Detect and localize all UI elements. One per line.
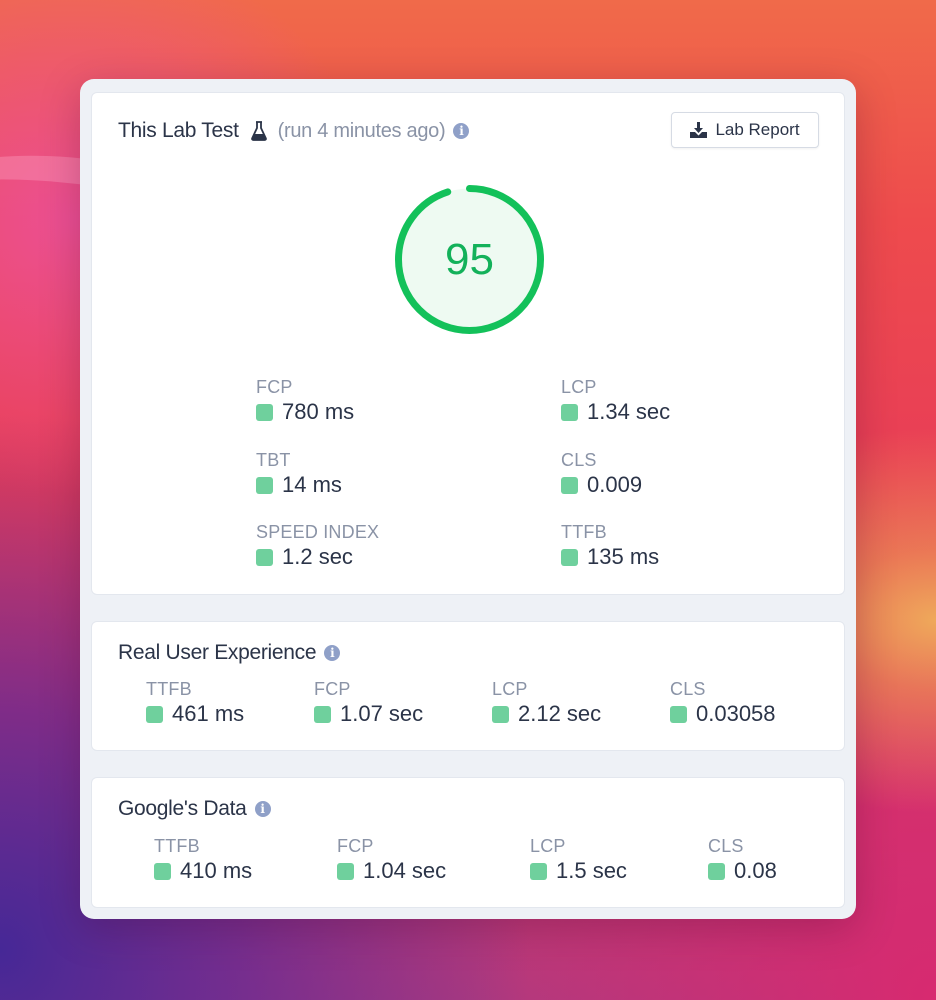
metric-value: 1.04 sec <box>363 858 447 883</box>
good-indicator <box>256 476 273 494</box>
metric-label: LCP <box>492 679 528 699</box>
metric-value: 14 ms <box>282 472 342 497</box>
good-indicator <box>256 548 273 566</box>
real-user-title: Real User Experience <box>118 641 317 664</box>
google-metric-cls: CLS 0.08 <box>708 835 777 885</box>
metric-label: CLS <box>708 836 744 856</box>
lab-metric-ttfb: TTFB 135 ms <box>561 521 659 571</box>
metric-value: 461 ms <box>172 701 245 726</box>
info-icon[interactable]: i <box>254 801 271 817</box>
google-data-card: Google's Data i TTFB 410 ms FCP 1.04 sec… <box>91 777 845 908</box>
metric-label: FCP <box>337 836 374 856</box>
metric-label: LCP <box>530 836 566 856</box>
metric-label: TTFB <box>146 679 192 699</box>
good-indicator <box>256 403 273 421</box>
google-data-title: Google's Data <box>118 797 247 820</box>
metric-value: 780 ms <box>282 399 355 424</box>
metric-label: CLS <box>561 450 597 470</box>
metric-value: 0.009 <box>587 472 643 497</box>
flask-icon <box>250 121 267 141</box>
good-indicator <box>146 705 163 723</box>
lab-report-label: Lab Report <box>715 120 800 139</box>
google-data-header: Google's Data i <box>118 797 271 821</box>
metric-label: TBT <box>256 450 291 470</box>
good-indicator <box>670 705 687 723</box>
good-indicator <box>561 403 578 421</box>
rue-metric-cls: CLS 0.03058 <box>670 678 776 728</box>
lab-metric-lcp: LCP 1.34 sec <box>561 376 670 426</box>
metric-label: LCP <box>561 377 597 397</box>
good-indicator <box>530 862 547 880</box>
metric-label: SPEED INDEX <box>256 522 380 542</box>
metric-value: 0.08 <box>734 858 777 883</box>
lab-metric-fcp: FCP 780 ms <box>256 376 354 426</box>
lab-metric-speed-index: SPEED INDEX 1.2 sec <box>256 521 379 571</box>
good-indicator <box>708 862 725 880</box>
metric-value: 0.03058 <box>696 701 776 726</box>
metric-label: CLS <box>670 679 706 699</box>
performance-score: 95 <box>445 234 494 284</box>
metric-value: 135 ms <box>587 544 660 569</box>
lab-metric-cls: CLS 0.009 <box>561 449 642 499</box>
metric-label: TTFB <box>561 522 607 542</box>
metric-value: 1.5 sec <box>556 858 627 883</box>
good-indicator <box>492 705 509 723</box>
metric-value: 1.07 sec <box>340 701 424 726</box>
metric-label: TTFB <box>154 836 200 856</box>
good-indicator <box>561 548 578 566</box>
real-user-experience-card: Real User Experience i TTFB 461 ms FCP 1… <box>91 621 845 751</box>
real-user-header: Real User Experience i <box>118 641 341 665</box>
good-indicator <box>314 705 331 723</box>
rue-metric-ttfb: TTFB 461 ms <box>146 678 244 728</box>
good-indicator <box>561 476 578 494</box>
good-indicator <box>154 862 171 880</box>
google-metric-ttfb: TTFB 410 ms <box>154 835 252 885</box>
results-panel: This Lab Test (run 4 minutes ago) i Lab … <box>80 79 856 919</box>
lab-test-header: This Lab Test (run 4 minutes ago) i <box>118 119 470 143</box>
lab-test-card: This Lab Test (run 4 minutes ago) i Lab … <box>91 92 845 595</box>
rue-metric-fcp: FCP 1.07 sec <box>314 678 423 728</box>
metric-label: FCP <box>314 679 351 699</box>
download-icon <box>690 122 708 138</box>
info-icon[interactable]: i <box>453 123 470 139</box>
metric-value: 2.12 sec <box>518 701 602 726</box>
lab-test-subtitle: (run 4 minutes ago) <box>277 119 446 142</box>
google-metric-fcp: FCP 1.04 sec <box>337 835 446 885</box>
metric-value: 1.34 sec <box>587 399 671 424</box>
metric-value: 410 ms <box>180 858 253 883</box>
lab-report-button[interactable]: Lab Report <box>671 112 819 148</box>
lab-test-title: This Lab Test <box>118 119 239 142</box>
metric-label: FCP <box>256 377 293 397</box>
rue-metric-lcp: LCP 2.12 sec <box>492 678 601 728</box>
performance-score-gauge: 95 <box>392 182 547 337</box>
good-indicator <box>337 862 354 880</box>
info-icon[interactable]: i <box>324 645 341 661</box>
lab-metric-tbt: TBT 14 ms <box>256 449 342 499</box>
metric-value: 1.2 sec <box>282 544 353 569</box>
google-metric-lcp: LCP 1.5 sec <box>530 835 627 885</box>
